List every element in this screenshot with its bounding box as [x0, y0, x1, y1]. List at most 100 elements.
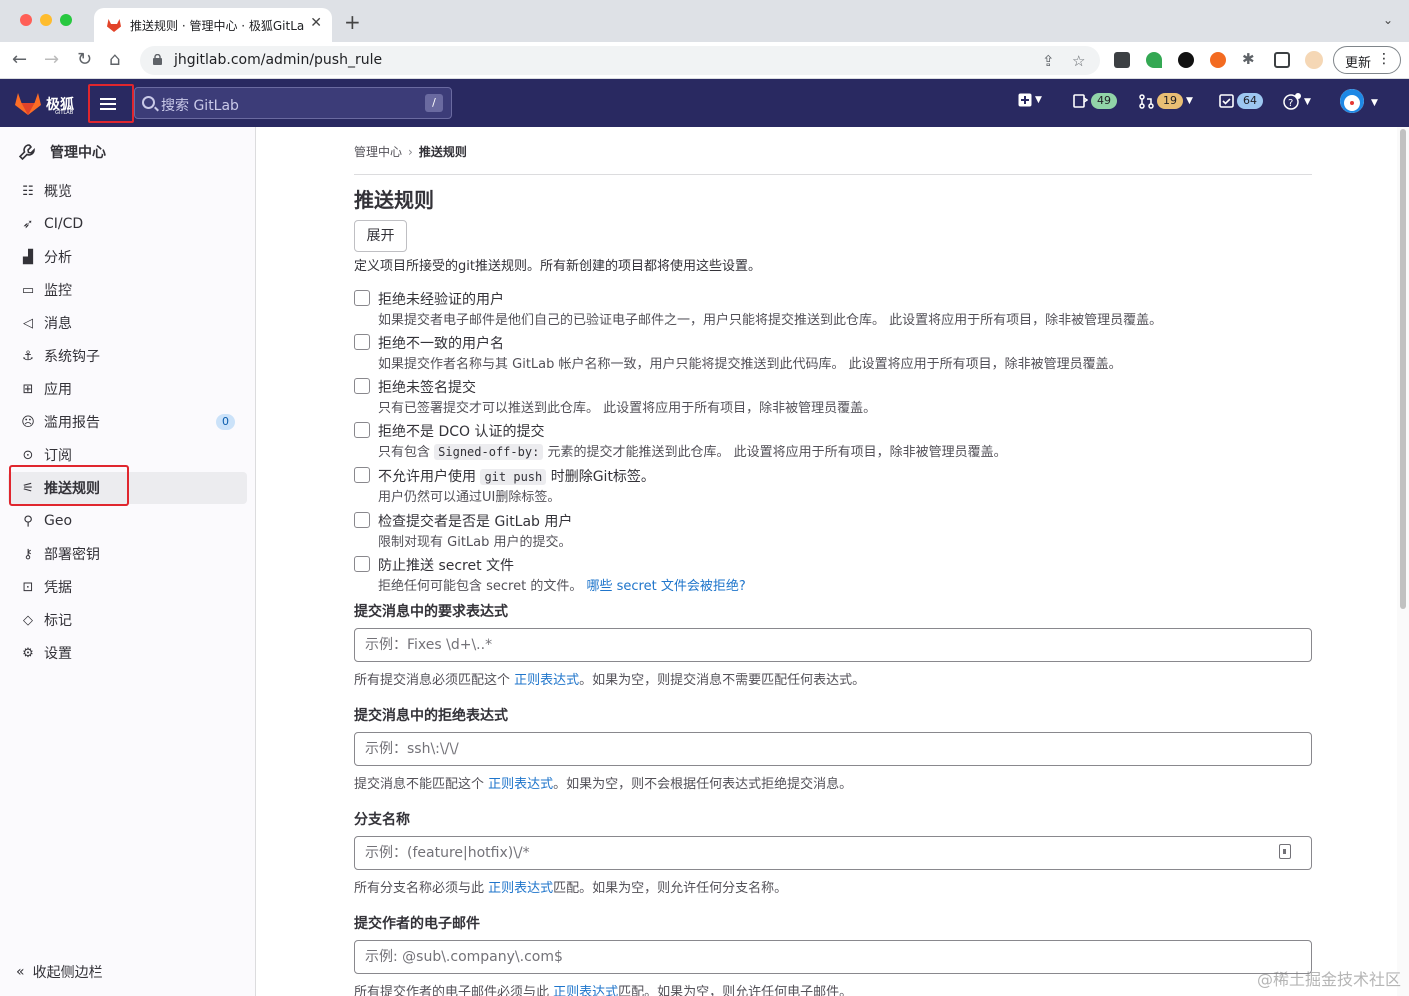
issues-icon: [1073, 94, 1088, 108]
divider: [354, 174, 1312, 175]
rule-checkbox[interactable]: [354, 467, 370, 483]
sidebar-item-monitoring[interactable]: ▭ 监控: [8, 274, 247, 306]
chevron-down-icon[interactable]: ▼: [1371, 98, 1378, 108]
lock-icon: ⊡: [22, 579, 34, 595]
new-item-dropdown[interactable]: ▼: [1018, 93, 1042, 107]
rule-label[interactable]: 防止推送 secret 文件: [378, 555, 514, 575]
author-email-regex-help: 所有提交作者的电子邮件必须与此 正则表达式匹配。如果为空，则允许任何电子邮件。: [354, 981, 852, 996]
extension-4-icon[interactable]: [1210, 52, 1226, 68]
forward-icon[interactable]: →: [44, 50, 59, 70]
extension-1-icon[interactable]: [1114, 52, 1130, 68]
update-label: 更新: [1345, 56, 1372, 71]
todos-button[interactable]: 64: [1219, 93, 1263, 109]
regex-link[interactable]: 正则表达式: [488, 777, 553, 792]
sidebar-item-settings[interactable]: ⚙ 设置: [8, 637, 247, 669]
home-icon[interactable]: ⌂: [109, 50, 120, 70]
user-avatar[interactable]: [1340, 89, 1364, 113]
update-button[interactable]: 更新 ⋮: [1333, 46, 1401, 74]
merge-requests-dropdown[interactable]: 19 ▼: [1139, 93, 1193, 109]
reload-icon[interactable]: ↻: [77, 50, 92, 70]
help-dropdown[interactable]: ? ▼: [1283, 93, 1311, 110]
regex-link[interactable]: 正则表达式: [514, 673, 579, 688]
rule-label[interactable]: 不允许用户使用 git push 时删除Git标签。: [378, 466, 655, 486]
sidepanel-icon[interactable]: [1274, 52, 1290, 68]
extension-3-icon[interactable]: [1178, 52, 1194, 68]
url-text: jhgitlab.com/admin/push_rule: [174, 52, 383, 68]
regex-link[interactable]: 正则表达式: [553, 985, 618, 996]
tab-close-icon[interactable]: ✕: [310, 15, 322, 31]
rule-checkbox[interactable]: [354, 422, 370, 438]
rule-label[interactable]: 拒绝未经验证的用户: [378, 289, 504, 309]
sidebar-item-label: 概览: [44, 184, 72, 200]
sidebar-item-labels[interactable]: ◇ 标记: [8, 604, 247, 636]
rule-checkbox[interactable]: [354, 556, 370, 572]
rule-checkbox[interactable]: [354, 290, 370, 306]
sidebar-item-credentials[interactable]: ⊡ 凭据: [8, 571, 247, 603]
sidebar-item-label: 滥用报告: [44, 415, 100, 431]
drive-extension-icon[interactable]: [1146, 52, 1162, 68]
new-tab-button[interactable]: +: [344, 12, 361, 32]
apps-icon: ⊞: [22, 381, 34, 397]
close-window-button[interactable]: [20, 14, 32, 26]
sidebar-item-system-hooks[interactable]: ⚓ 系统钩子: [8, 340, 247, 372]
branch-name-regex-input[interactable]: [354, 836, 1312, 870]
commit-message-negative-regex-label: 提交消息中的拒绝表达式: [354, 708, 508, 724]
rule-label[interactable]: 拒绝未签名提交: [378, 377, 476, 397]
search-input[interactable]: 搜索 GitLab /: [134, 87, 452, 119]
sidebar-item-analytics[interactable]: ▟ 分析: [8, 241, 247, 273]
gitlab-logo-icon[interactable]: [14, 90, 42, 116]
collapse-sidebar-button[interactable]: « 收起侧边栏: [16, 962, 103, 982]
page-scrollbar[interactable]: [1397, 127, 1409, 996]
sidebar-item-cicd[interactable]: ➶ CI/CD: [8, 208, 247, 240]
bullhorn-icon: ◁: [23, 315, 33, 331]
breadcrumb-current[interactable]: 推送规则: [419, 145, 467, 159]
extensions-puzzle-icon[interactable]: ✱: [1242, 50, 1255, 68]
issues-button[interactable]: 49: [1073, 93, 1117, 109]
minimize-window-button[interactable]: [40, 14, 52, 26]
commit-message-regex-help: 所有提交消息必须匹配这个 正则表达式。如果为空，则提交消息不需要匹配任何表达式。: [354, 673, 866, 688]
chart-icon: ▟: [23, 249, 33, 265]
sidebar-item-label: 系统钩子: [44, 349, 100, 365]
rule-help: 只有包含 Signed-off-by: 元素的提交才能推送到此仓库。 此设置将应…: [378, 444, 1007, 460]
browser-tab[interactable]: 推送规则 · 管理中心 · 极狐GitLab ✕: [94, 8, 332, 42]
menu-button[interactable]: [88, 84, 134, 123]
browser-tabbar: 推送规则 · 管理中心 · 极狐GitLab ✕ + ⌄: [0, 0, 1409, 42]
rule-checkbox[interactable]: [354, 378, 370, 394]
maximize-window-button[interactable]: [60, 14, 72, 26]
rule-label[interactable]: 拒绝不一致的用户名: [378, 333, 504, 353]
secret-files-link[interactable]: 哪些 secret 文件会被拒绝?: [586, 579, 745, 594]
sidebar-item-geo[interactable]: ⚲ Geo: [8, 505, 247, 537]
commit-message-negative-regex-input[interactable]: [354, 732, 1312, 766]
gitlab-favicon-icon: [107, 19, 121, 32]
tab-search-icon[interactable]: ⌄: [1383, 13, 1393, 27]
rule-help: 如果提交者电子邮件是他们自己的已验证电子邮件之一，用户只能将提交推送到此仓库。 …: [378, 313, 1163, 328]
expand-button[interactable]: 展开: [354, 220, 407, 252]
author-email-regex-input[interactable]: [354, 940, 1312, 974]
rule-label[interactable]: 检查提交者是否是 GitLab 用户: [378, 511, 572, 531]
chevron-down-icon: ▼: [1304, 96, 1311, 107]
sidebar-item-overview[interactable]: ☷ 概览: [8, 175, 247, 207]
address-bar[interactable]: jhgitlab.com/admin/push_rule ⇪ ☆: [140, 46, 1100, 75]
key-icon: ⚷: [23, 546, 33, 562]
share-icon[interactable]: ⇪: [1042, 52, 1055, 70]
sidebar-item-applications[interactable]: ⊞ 应用: [8, 373, 247, 405]
regex-link[interactable]: 正则表达式: [488, 881, 553, 896]
breadcrumb-admin[interactable]: 管理中心: [354, 145, 402, 159]
scrollbar-thumb[interactable]: [1400, 129, 1406, 609]
sidebar-item-messages[interactable]: ◁ 消息: [8, 307, 247, 339]
sidebar-header[interactable]: 管理中心: [18, 142, 106, 162]
commit-message-regex-input[interactable]: [354, 628, 1312, 662]
back-icon[interactable]: ←: [12, 50, 27, 70]
rule-label[interactable]: 拒绝不是 DCO 认证的提交: [378, 421, 544, 441]
rule-help: 限制对现有 GitLab 用户的提交。: [378, 535, 572, 550]
merge-request-icon: [1139, 93, 1154, 109]
rule-checkbox[interactable]: [354, 334, 370, 350]
profile-avatar[interactable]: [1305, 51, 1323, 69]
password-manager-icon[interactable]: [1279, 844, 1291, 859]
rule-checkbox[interactable]: [354, 512, 370, 528]
sidebar-item-abuse-reports[interactable]: ☹ 滥用报告 0: [8, 406, 247, 438]
bookmark-star-icon[interactable]: ☆: [1072, 52, 1085, 70]
rule-help: 用户仍然可以通过UI删除标签。: [378, 490, 561, 505]
sidebar-item-deploy-keys[interactable]: ⚷ 部署密钥: [8, 538, 247, 570]
more-menu-icon[interactable]: ⋮: [1377, 51, 1391, 67]
